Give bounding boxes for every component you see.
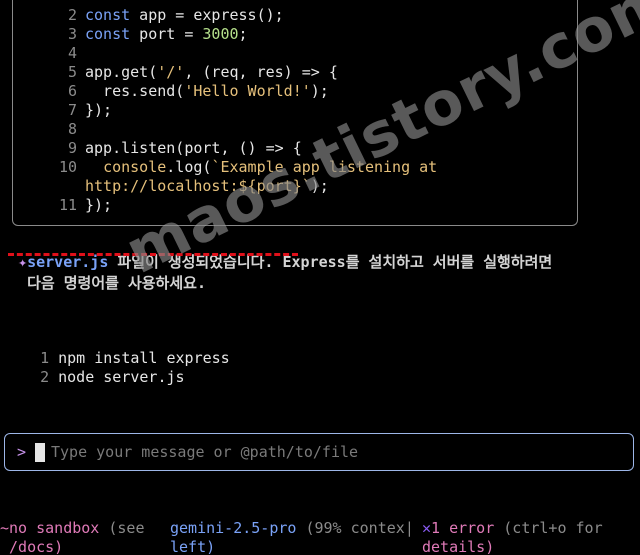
code-token: 'Hello World!' xyxy=(184,82,311,100)
code-line-number: 2 xyxy=(67,6,77,24)
error-hint-2: details) xyxy=(422,538,495,555)
code-token: app = express(); xyxy=(130,6,284,24)
model-name: gemini-2.5-pro xyxy=(170,519,297,537)
code-token: app.get( xyxy=(85,63,158,81)
code-line: 5 app.get('/', (req, res) => { xyxy=(13,63,338,82)
code-line: 4 xyxy=(13,44,85,63)
command-line-2: 2 node server.js xyxy=(22,349,185,386)
code-line: 10 console.log(`Example app listening at xyxy=(13,158,437,177)
code-token: app.listen(port, () => { xyxy=(85,139,302,157)
error-count: 1 error xyxy=(431,519,495,537)
code-line: 6 res.send('Hello World!'); xyxy=(13,82,329,101)
code-token: console xyxy=(103,158,167,176)
code-line-number: 5 xyxy=(67,63,77,81)
code-line: 3 const port = 3000; xyxy=(13,25,248,44)
error-hint: (ctrl+o for xyxy=(494,519,603,537)
code-line-number: 9 xyxy=(67,139,77,157)
context-separator: | xyxy=(404,519,414,537)
error-x-icon: ✕ xyxy=(422,519,432,537)
code-token: http://localhost:${port}` xyxy=(85,177,311,195)
code-token: }); xyxy=(85,101,113,119)
context-remaining-2: left) xyxy=(170,538,216,555)
prompt-chevron-icon: > xyxy=(17,443,27,461)
code-line-number: 7 xyxy=(67,101,77,119)
code-token: }); xyxy=(85,196,113,214)
code-line: 9 app.listen(port, () => { xyxy=(13,139,302,158)
assistant-message-text-2: 다음 명령어를 사용하세요. xyxy=(18,274,206,292)
command-text: node server.js xyxy=(58,368,185,386)
sandbox-hint: (see xyxy=(99,519,145,537)
code-line-number: 6 xyxy=(67,82,77,100)
sandbox-label: ~no sandbox xyxy=(0,519,100,537)
assistant-message-line-1: ✦server.js 파일이 생성되었습니다. Express를 설치하고 서버… xyxy=(0,232,552,271)
code-line-number: 4 xyxy=(67,44,77,62)
code-token: 3000 xyxy=(202,25,239,43)
code-line-number: 8 xyxy=(67,120,77,138)
code-token: ); xyxy=(310,177,329,195)
code-token: const xyxy=(85,25,131,43)
command-line-1: 1 npm install express xyxy=(22,330,230,367)
assistant-message-line-2: 다음 명령어를 사용하세요. xyxy=(0,253,206,292)
code-token: port = xyxy=(130,25,203,43)
code-block: 2 const app = express(); 3 const port = 300… xyxy=(12,0,578,226)
code-token: `Example app listening at xyxy=(211,158,438,176)
code-line: 8 xyxy=(13,120,85,139)
code-line: 2 const app = express(); xyxy=(13,6,284,25)
code-token: ; xyxy=(238,25,248,43)
code-token: ); xyxy=(310,82,329,100)
sandbox-status: ~no sandbox (see /docs) xyxy=(0,500,145,555)
code-line: 11}); xyxy=(13,196,112,215)
code-line-number: 10 xyxy=(58,158,77,176)
code-token: '/' xyxy=(157,63,185,81)
sandbox-docs-hint: /docs) xyxy=(0,538,64,555)
code-token: const xyxy=(85,6,131,24)
code-line: 7}); xyxy=(13,101,112,120)
code-token: .log( xyxy=(166,158,212,176)
text-cursor xyxy=(35,443,45,462)
code-token: , (req, res) => { xyxy=(184,63,338,81)
model-status: gemini-2.5-pro (99% contex| left) xyxy=(170,500,414,555)
code-line-number: 11 xyxy=(58,196,77,214)
error-status[interactable]: ✕1 error (ctrl+o for details) xyxy=(422,500,603,555)
context-remaining: (99% contex xyxy=(296,519,405,537)
message-input-box[interactable]: > xyxy=(4,433,634,471)
code-token: res.send( xyxy=(85,82,185,100)
code-line: http://localhost:${port}`); xyxy=(13,177,329,196)
command-line-number: 2 xyxy=(40,368,50,386)
message-input[interactable] xyxy=(51,440,611,464)
code-line-number: 3 xyxy=(67,25,77,43)
